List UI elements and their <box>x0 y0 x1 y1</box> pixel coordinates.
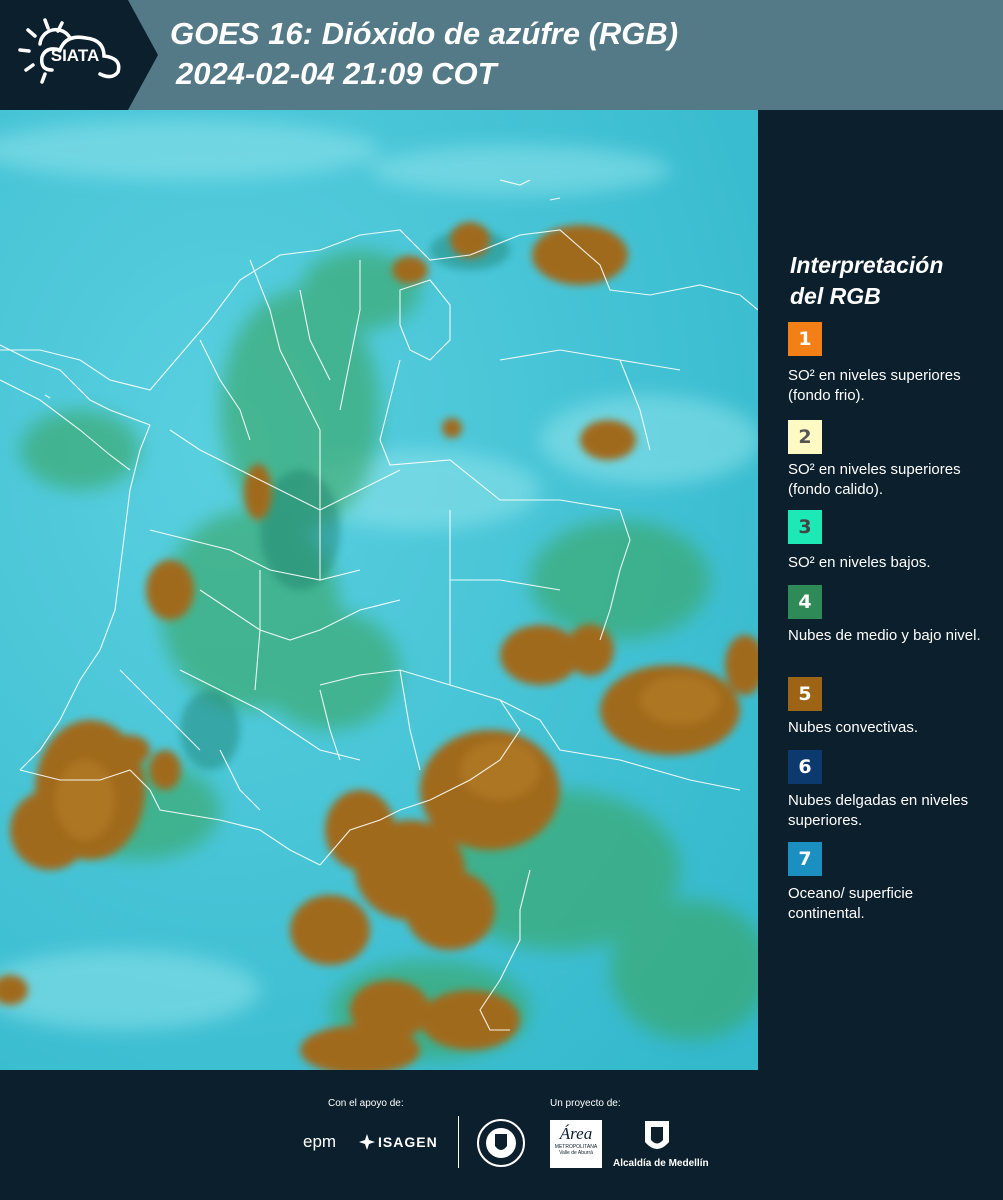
legend-title-line1: Interpretación <box>790 252 944 278</box>
legend-desc-6: Nubes delgadas en niveles superiores. <box>788 792 969 829</box>
footer-divider <box>458 1116 459 1168</box>
satellite-imagery <box>0 110 758 1070</box>
legend-number-3: 3 <box>798 516 812 538</box>
legend-number-2: 2 <box>798 426 812 448</box>
legend-desc-2: SO² en niveles superiores (fondo calido)… <box>788 461 961 498</box>
alcaldia-logo-text: Alcaldía de Medellín <box>613 1158 709 1169</box>
legend-swatch-6: 6 <box>788 750 822 784</box>
legend-number-1: 1 <box>798 328 812 350</box>
page-timestamp: 2024-02-04 21:09 COT <box>176 56 497 91</box>
satellite-map[interactable] <box>0 110 758 1070</box>
legend-swatch-2: 2 <box>788 420 822 454</box>
legend-number-7: 7 <box>798 848 812 870</box>
isagen-logo: ISAGEN <box>378 1134 438 1150</box>
support-label: Con el apoyo de: <box>328 1098 404 1109</box>
area-metropolitana-logo: Área METROPOLITANA Valle de Aburrá <box>550 1120 602 1168</box>
legend-number-4: 4 <box>798 591 812 613</box>
header-bar: SIATA GOES 16: Dióxido de azúfre (RGB) 2… <box>0 0 1003 110</box>
legend-swatch-1: 1 <box>788 322 822 356</box>
legend-swatch-4: 4 <box>788 585 822 619</box>
area-logo-word: Área <box>559 1124 593 1143</box>
legend-desc-1: SO² en niveles superiores (fondo frio). <box>788 367 961 404</box>
legend-swatch-3: 3 <box>788 510 822 544</box>
legend-swatch-7: 7 <box>788 842 822 876</box>
legend-number-5: 5 <box>798 683 812 705</box>
legend-desc-4: Nubes de medio y bajo nivel. <box>788 627 981 644</box>
alcaldia-crest-icon <box>645 1121 669 1149</box>
area-logo-sub2: Valle de Aburrá <box>559 1150 593 1156</box>
legend-title: Interpretación del RGB <box>790 250 990 312</box>
footer: Con el apoyo de: Un proyecto de: epm ISA… <box>0 1070 1003 1200</box>
siata-logo-text: SIATA <box>51 46 99 65</box>
epm-logo: epm <box>303 1132 337 1151</box>
page-title: GOES 16: Dióxido de azúfre (RGB) <box>170 16 679 51</box>
legend-title-line2: del RGB <box>790 283 881 309</box>
legend-number-6: 6 <box>798 756 812 778</box>
legend-panel: Interpretación del RGB 1 SO² en niveles … <box>758 110 1003 1070</box>
legend-desc-7: Oceano/ superficie continental. <box>788 885 914 922</box>
isagen-logo-icon <box>359 1134 375 1150</box>
medellin-seal-icon <box>477 1119 525 1167</box>
legend-desc-5: Nubes convectivas. <box>788 719 919 736</box>
legend-desc-3: SO² en niveles bajos. <box>788 554 931 571</box>
project-label: Un proyecto de: <box>550 1098 621 1109</box>
legend-swatch-5: 5 <box>788 677 822 711</box>
siata-logo: SIATA <box>0 0 158 110</box>
